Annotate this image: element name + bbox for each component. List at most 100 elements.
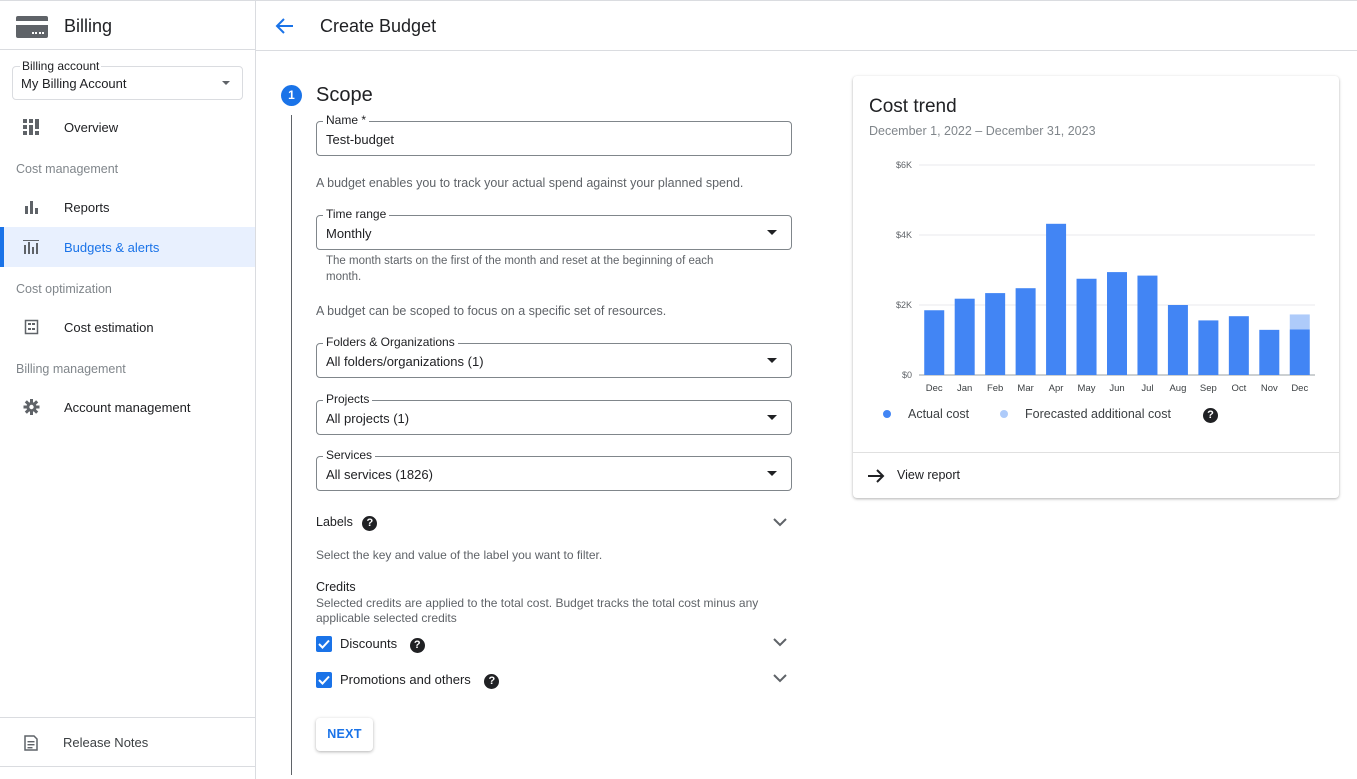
x-tick-label: Mar: [1017, 383, 1033, 394]
bar-forecast: [1289, 314, 1310, 330]
legend-forecast-label: Forecasted additional cost: [1025, 407, 1171, 421]
legend-actual-label: Actual cost: [908, 407, 970, 421]
sidebar-title: Billing: [64, 16, 113, 36]
x-tick-label: Dec: [1291, 383, 1308, 394]
discounts-row: Discounts ?: [340, 636, 425, 653]
promotions-checkbox[interactable]: [316, 672, 332, 688]
checkmark-icon: [318, 675, 330, 685]
calculator-icon: [24, 319, 39, 335]
section-cost-optimization: Cost optimization: [16, 282, 112, 296]
help-icon[interactable]: ?: [1203, 408, 1218, 423]
name-field-legend: Name *: [323, 113, 370, 127]
x-tick-label: Jun: [1109, 383, 1124, 394]
bar-actual: [1076, 278, 1097, 375]
billing-account-legend: Billing account: [20, 59, 102, 73]
bar-actual: [1015, 288, 1036, 375]
sidebar-item-reports[interactable]: Reports: [0, 187, 255, 227]
help-icon[interactable]: ?: [362, 516, 378, 531]
help-icon[interactable]: ?: [484, 674, 500, 689]
dropdown-arrow-icon: [767, 230, 777, 235]
checkmark-icon: [318, 639, 330, 649]
x-tick-label: Feb: [987, 383, 1003, 394]
bar-actual: [1167, 305, 1188, 375]
folders-value: All folders/organizations (1): [326, 354, 484, 369]
time-range-hint: The month starts on the first of the mon…: [326, 255, 714, 283]
back-arrow-icon[interactable]: [274, 15, 296, 37]
services-select[interactable]: Services All services (1826): [316, 448, 792, 491]
x-tick-label: Jan: [957, 383, 972, 394]
chevron-down-icon[interactable]: [773, 517, 787, 527]
bar-actual: [985, 293, 1006, 375]
time-range-select[interactable]: Time range Monthly: [316, 207, 792, 250]
card-divider: [853, 452, 1339, 453]
chart-legend: Actual cost Forecasted additional cost ?: [853, 406, 1339, 426]
billing-account-select[interactable]: Billing account My Billing Account: [12, 59, 243, 100]
step-line: [291, 115, 292, 775]
bar-actual: [1198, 320, 1219, 375]
sidebar-item-overview[interactable]: Overview: [0, 107, 255, 147]
budget-help-text: A budget enables you to track your actua…: [316, 176, 744, 190]
gear-icon: [23, 399, 40, 415]
step-title: Scope: [316, 84, 373, 106]
folders-organizations-select[interactable]: Folders & Organizations All folders/orga…: [316, 335, 792, 378]
promotions-row: Promotions and others ?: [340, 672, 500, 689]
labels-section-toggle[interactable]: Labels ?: [316, 515, 378, 531]
view-report-label: View report: [897, 468, 960, 482]
page-title: Create Budget: [320, 16, 437, 36]
help-icon[interactable]: ?: [409, 638, 425, 653]
scope-help-text: A budget can be scoped to focus on a spe…: [316, 304, 667, 318]
x-tick-label: Apr: [1049, 383, 1064, 394]
sidebar-item-label: Cost estimation: [64, 320, 154, 335]
x-tick-label: Oct: [1231, 383, 1246, 394]
bar-actual: [1107, 272, 1127, 375]
sidebar-item-cost-estimation[interactable]: Cost estimation: [0, 307, 255, 347]
sidebar-item-label: Reports: [64, 200, 110, 215]
card-subtitle: December 1, 2022 – December 31, 2023: [869, 124, 1096, 138]
chevron-down-icon[interactable]: [773, 637, 787, 647]
sidebar-item-label: Release Notes: [63, 735, 149, 750]
credits-title: Credits: [316, 580, 356, 594]
chevron-down-icon[interactable]: [773, 673, 787, 683]
sidebar-item-label: Budgets & alerts: [64, 240, 160, 255]
cost-trend-card: Cost trend December 1, 2022 – December 3…: [853, 76, 1339, 498]
step-number-badge: 1: [281, 85, 302, 106]
next-button[interactable]: NEXT: [316, 718, 373, 751]
billing-icon: [16, 16, 48, 38]
bar-actual: [1046, 223, 1067, 375]
sidebar-item-budgets-alerts[interactable]: Budgets & alerts: [0, 227, 255, 267]
sidebar-item-label: Account management: [64, 400, 191, 415]
dashboard-icon: [23, 119, 39, 135]
bar-actual: [924, 310, 945, 375]
release-notes-icon: [24, 735, 38, 751]
budget-icon: [23, 240, 39, 254]
labels-help-text: Select the key and value of the label yo…: [316, 548, 603, 562]
x-tick-label: Nov: [1261, 383, 1278, 394]
dropdown-arrow-icon: [767, 358, 777, 363]
x-tick-label: May: [1078, 383, 1096, 394]
name-field[interactable]: Name * Test-budget: [316, 113, 792, 156]
projects-legend: Projects: [323, 392, 373, 406]
projects-select[interactable]: Projects All projects (1): [316, 392, 792, 435]
dropdown-arrow-icon: [767, 471, 777, 476]
chevron-down-icon: [222, 81, 230, 85]
services-value: All services (1826): [326, 467, 433, 482]
x-tick-label: Jul: [1141, 383, 1153, 394]
promotions-label: Promotions and others: [340, 672, 471, 687]
cost-trend-chart: $0 $2K $4K $6K Dec Jan Feb Mar Apr May Jun Jul Aug Se…: [896, 160, 1315, 394]
discounts-checkbox[interactable]: [316, 636, 332, 652]
credits-help-text: Selected credits are applied to the tota…: [316, 596, 759, 625]
discounts-label: Discounts: [340, 636, 398, 651]
bar-actual: [1289, 329, 1310, 375]
sidebar-item-release-notes[interactable]: Release Notes: [0, 717, 255, 767]
x-tick-label: Sep: [1200, 383, 1217, 394]
y-tick-label: $6K: [896, 160, 912, 170]
view-report-link[interactable]: View report: [867, 465, 987, 487]
bar-chart-icon: [25, 201, 38, 214]
time-range-legend: Time range: [323, 207, 390, 221]
bar-actual: [1228, 316, 1249, 375]
dropdown-arrow-icon: [767, 415, 777, 420]
folders-legend: Folders & Organizations: [323, 335, 458, 349]
sidebar-item-account-management[interactable]: Account management: [0, 387, 255, 427]
sidebar-header: Billing: [0, 0, 255, 50]
x-tick-label: Dec: [926, 383, 943, 394]
